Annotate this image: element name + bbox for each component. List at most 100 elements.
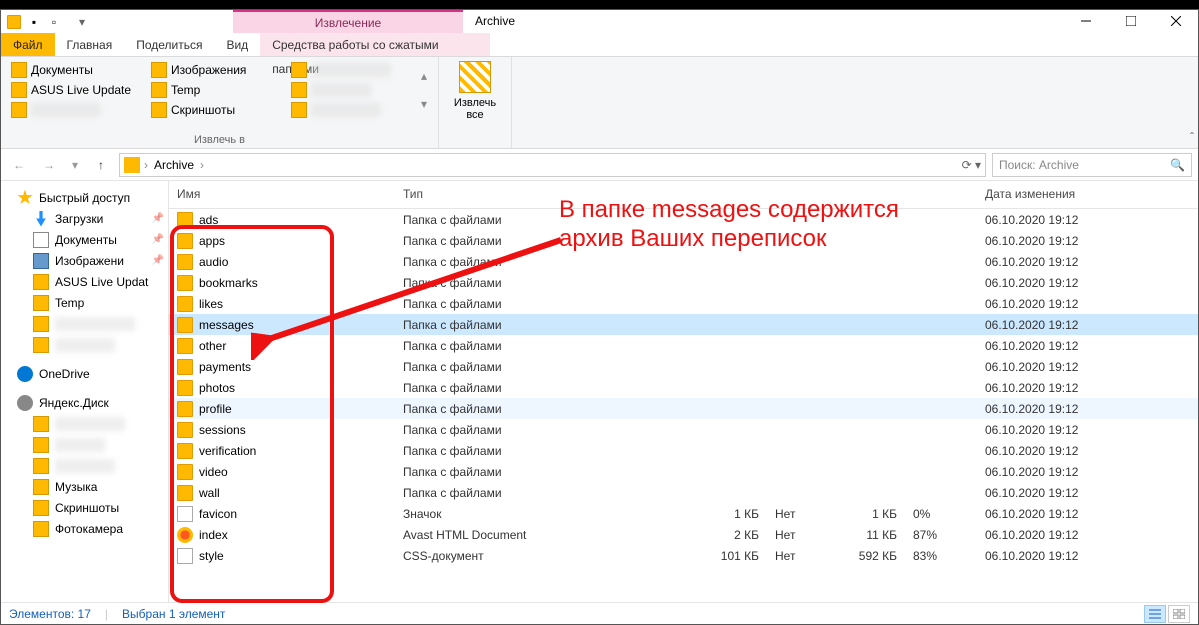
nav-up-button[interactable]: ↑ [89,153,113,177]
sidebar-downloads[interactable]: Загрузки📌 [1,208,168,229]
tab-file[interactable]: Файл [1,33,55,56]
folder-icon [177,485,193,501]
sidebar-asus[interactable]: ASUS Live Updat [1,271,168,292]
extract-all-button[interactable]: Извлечь все [445,61,505,121]
column-name[interactable]: Имя [169,181,395,208]
folder-icon [177,212,193,228]
qat-properties-icon[interactable]: ▪ [25,13,43,31]
file-row[interactable]: videoПапка с файлами06.10.2020 19:12 [169,461,1198,482]
pin-pictures[interactable]: Изображения [147,61,287,79]
redacted-label [55,459,115,473]
file-row[interactable]: otherПапка с файлами06.10.2020 19:12 [169,335,1198,356]
pin-asus[interactable]: ASUS Live Update [7,81,147,99]
sidebar-onedrive[interactable]: OneDrive [1,363,168,384]
column-ratio[interactable] [905,181,977,208]
file-row[interactable]: photosПапка с файлами06.10.2020 19:12 [169,377,1198,398]
file-type: Папка с файлами [395,423,667,437]
file-ratio: 0% [905,507,977,521]
folder-icon [33,500,49,516]
content-area: Быстрый доступ Загрузки📌 Документы📌 Изоб… [1,181,1198,602]
file-row[interactable]: faviconЗначок1 КБНет1 КБ0%06.10.2020 19:… [169,503,1198,524]
nav-back-button[interactable]: ← [7,153,31,177]
file-type: Папка с файлами [395,465,667,479]
redacted-label [311,63,391,77]
pin-blur1[interactable] [7,101,147,119]
breadcrumb[interactable]: Archive [152,158,196,172]
file-row[interactable]: sessionsПапка с файлами06.10.2020 19:12 [169,419,1198,440]
file-row[interactable]: likesПапка с файлами06.10.2020 19:12 [169,293,1198,314]
pin-documents[interactable]: Документы [7,61,147,79]
file-list-pane: Имя Тип Дата изменения adsПапка с файлам… [169,181,1198,602]
search-input[interactable]: Поиск: Archive 🔍 [992,153,1192,177]
pin-blur2[interactable] [287,61,417,79]
column-type[interactable]: Тип [395,181,667,208]
file-name: photos [199,381,235,395]
file-size-compressed: 101 КБ [667,549,767,563]
sidebar-redacted[interactable] [1,434,168,455]
pin-blur4[interactable] [287,101,417,119]
file-type: Папка с файлами [395,444,667,458]
sidebar-camera[interactable]: Фотокамера [1,518,168,539]
pin-screenshots[interactable]: Скриншоты [147,101,287,119]
file-name: ads [199,213,218,227]
file-row[interactable]: paymentsПапка с файлами06.10.2020 19:12 [169,356,1198,377]
tab-share[interactable]: Поделиться [124,33,214,56]
tab-home[interactable]: Главная [55,33,125,56]
file-row[interactable]: adsПапка с файлами06.10.2020 19:12 [169,209,1198,230]
view-icons-button[interactable] [1168,605,1190,623]
sidebar-label: Быстрый доступ [39,191,130,205]
sidebar-redacted[interactable] [1,313,168,334]
file-row[interactable]: styleCSS-документ101 КБНет592 КБ83%06.10… [169,545,1198,566]
sidebar-pictures[interactable]: Изображени📌 [1,250,168,271]
folder-icon [177,422,193,438]
sidebar-documents[interactable]: Документы📌 [1,229,168,250]
pin-temp[interactable]: Temp [147,81,287,99]
address-dropdown-icon[interactable]: ⟳ ▾ [962,158,981,172]
nav-forward-button[interactable]: → [37,153,61,177]
maximize-button[interactable] [1108,10,1153,32]
close-button[interactable] [1153,10,1198,32]
sidebar-redacted[interactable] [1,413,168,434]
qat-customize-icon[interactable]: ▾ [73,13,91,31]
chevron-right-icon[interactable]: › [200,158,204,172]
address-bar[interactable]: › Archive › ⟳ ▾ [119,153,986,177]
view-details-button[interactable] [1144,605,1166,623]
ribbon-collapse-icon[interactable]: ˆ [1186,126,1198,148]
minimize-button[interactable] [1063,10,1108,32]
navigation-bar: ← → ▾ ↑ › Archive › ⟳ ▾ Поиск: Archive 🔍 [1,149,1198,181]
sidebar-redacted[interactable] [1,334,168,355]
sidebar-redacted[interactable] [1,455,168,476]
scroll-up-icon[interactable]: ▴ [421,69,427,83]
sidebar-quick-access[interactable]: Быстрый доступ [1,187,168,208]
file-row[interactable]: wallПапка с файлами06.10.2020 19:12 [169,482,1198,503]
pin-blur3[interactable] [287,81,417,99]
sidebar-temp[interactable]: Temp [1,292,168,313]
star-icon [17,190,33,206]
column-date[interactable]: Дата изменения [977,181,1198,208]
file-row[interactable]: audioПапка с файлами06.10.2020 19:12 [169,251,1198,272]
chevron-right-icon[interactable]: › [144,158,148,172]
redacted-label [55,417,125,431]
column-size-compressed[interactable] [667,181,767,208]
file-row[interactable]: messagesПапка с файлами06.10.2020 19:12 [169,314,1198,335]
file-date: 06.10.2020 19:12 [977,360,1198,374]
file-row[interactable]: indexAvast HTML Document2 КБНет11 КБ87%0… [169,524,1198,545]
nav-recent-dropdown[interactable]: ▾ [67,153,83,177]
file-type: Папка с файлами [395,339,667,353]
file-row[interactable]: verificationПапка с файлами06.10.2020 19… [169,440,1198,461]
sidebar-screenshots[interactable]: Скриншоты [1,497,168,518]
download-icon [33,211,49,227]
file-type: Значок [395,507,667,521]
column-size-disk[interactable] [767,181,905,208]
file-date: 06.10.2020 19:12 [977,528,1198,542]
sidebar-music[interactable]: Музыка [1,476,168,497]
file-name: video [199,465,228,479]
file-row[interactable]: appsПапка с файлами06.10.2020 19:12 [169,230,1198,251]
qat-newfolder-icon[interactable]: ▫ [45,13,63,31]
tab-compressed-tools[interactable]: Средства работы со сжатыми папками [260,33,490,56]
tab-view[interactable]: Вид [214,33,260,56]
file-row[interactable]: bookmarksПапка с файлами06.10.2020 19:12 [169,272,1198,293]
sidebar-yandex-disk[interactable]: Яндекс.Диск [1,392,168,413]
file-row[interactable]: profileПапка с файлами06.10.2020 19:12 [169,398,1198,419]
scroll-down-icon[interactable]: ▾ [421,97,427,111]
